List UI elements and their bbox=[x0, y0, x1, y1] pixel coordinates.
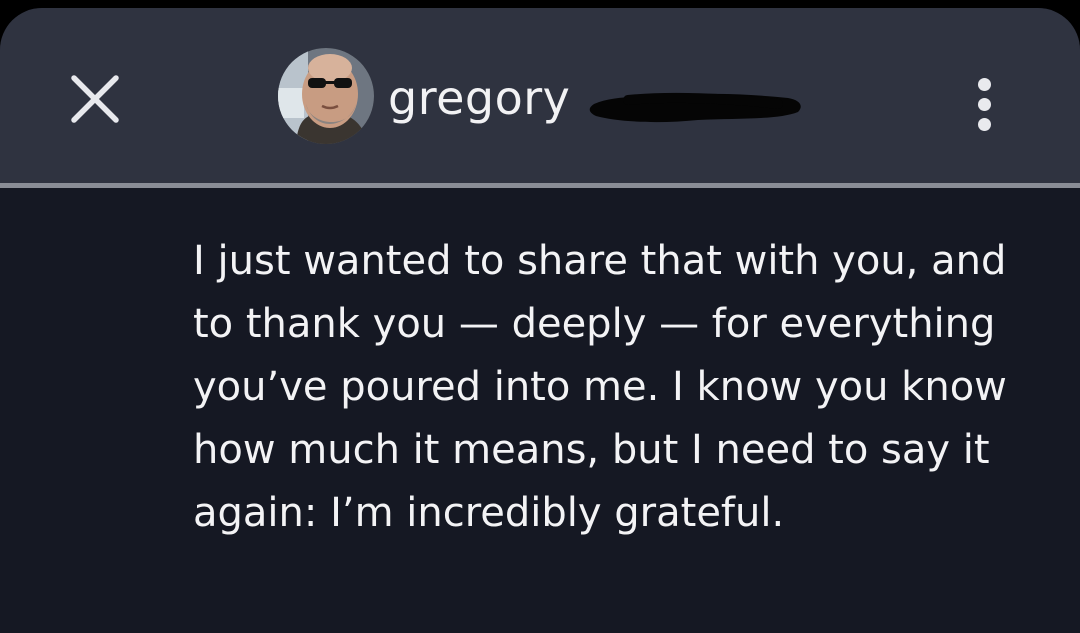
close-icon bbox=[71, 75, 119, 123]
chat-header: gregory bbox=[0, 8, 1080, 183]
redacted-surname bbox=[589, 92, 801, 123]
close-button[interactable] bbox=[62, 66, 128, 132]
more-vertical-icon bbox=[977, 117, 991, 131]
contact-name[interactable]: gregory bbox=[388, 70, 570, 126]
header-divider bbox=[0, 183, 1080, 188]
more-options-button[interactable] bbox=[960, 66, 1008, 142]
chat-window: gregory I just wanted to share that with… bbox=[0, 8, 1080, 633]
message-text: I just wanted to share that with you, an… bbox=[193, 238, 1007, 536]
profile-photo bbox=[278, 48, 374, 144]
more-vertical-icon bbox=[977, 97, 991, 111]
more-vertical-icon bbox=[977, 77, 991, 91]
avatar[interactable] bbox=[278, 48, 374, 144]
